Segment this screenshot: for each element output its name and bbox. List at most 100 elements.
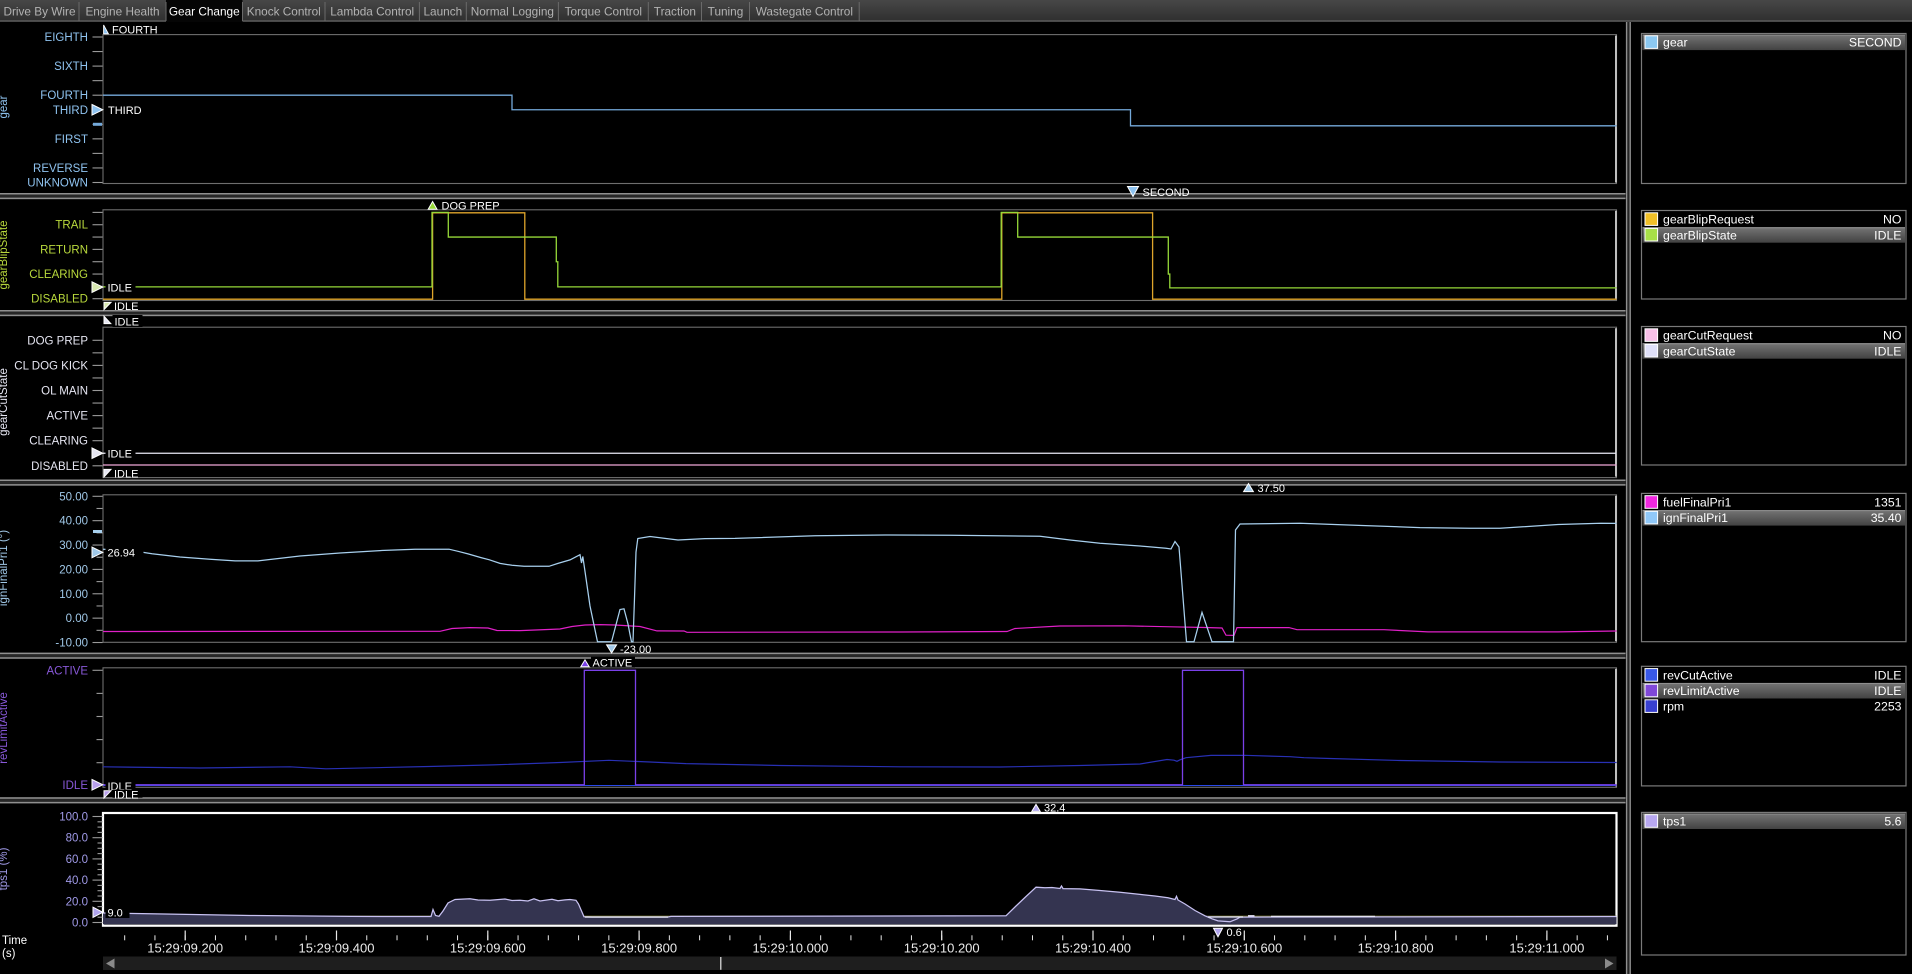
svg-text:IDLE: IDLE bbox=[114, 301, 138, 313]
svg-text:9.0: 9.0 bbox=[108, 907, 123, 919]
svg-text:DOG PREP: DOG PREP bbox=[27, 335, 88, 347]
svg-text:revLimitActive: revLimitActive bbox=[0, 692, 10, 764]
svg-text:Drive By Wire: Drive By Wire bbox=[3, 5, 76, 19]
svg-text:Torque Control: Torque Control bbox=[565, 5, 642, 19]
svg-text:Knock Control: Knock Control bbox=[247, 5, 321, 19]
svg-text:IDLE: IDLE bbox=[108, 448, 132, 460]
svg-text:26.94: 26.94 bbox=[108, 548, 136, 560]
svg-text:Tuning: Tuning bbox=[708, 5, 744, 19]
svg-text:gearCutRequest: gearCutRequest bbox=[1663, 329, 1753, 343]
svg-text:gearBlipState: gearBlipState bbox=[1663, 228, 1737, 242]
svg-text:Wastegate Control: Wastegate Control bbox=[756, 5, 853, 19]
svg-text:20.0: 20.0 bbox=[66, 896, 88, 908]
svg-text:15:29:10.600: 15:29:10.600 bbox=[1206, 941, 1282, 956]
svg-text:revCutActive: revCutActive bbox=[1663, 669, 1733, 683]
svg-text:ignFinalPri1 (°): ignFinalPri1 (°) bbox=[0, 530, 10, 606]
svg-text:SECOND: SECOND bbox=[1849, 36, 1902, 50]
svg-text:15:29:10.400: 15:29:10.400 bbox=[1055, 941, 1131, 956]
svg-text:30.00: 30.00 bbox=[59, 540, 88, 552]
svg-text:IDLE: IDLE bbox=[62, 780, 88, 792]
svg-text:1351: 1351 bbox=[1874, 496, 1902, 510]
svg-text:RETURN: RETURN bbox=[40, 244, 88, 256]
svg-text:UNKNOWN: UNKNOWN bbox=[27, 178, 88, 190]
svg-text:gearBlipRequest: gearBlipRequest bbox=[1663, 213, 1755, 227]
svg-text:ignFinalPri1: ignFinalPri1 bbox=[1663, 511, 1728, 525]
svg-text:REVERSE: REVERSE bbox=[33, 163, 88, 175]
svg-text:THIRD: THIRD bbox=[53, 105, 88, 117]
svg-text:IDLE: IDLE bbox=[1874, 228, 1901, 242]
svg-text:40.0: 40.0 bbox=[66, 875, 88, 887]
svg-text:-10.00: -10.00 bbox=[55, 638, 88, 650]
svg-text:-23.00: -23.00 bbox=[620, 644, 651, 656]
svg-text:ACTIVE: ACTIVE bbox=[46, 665, 88, 677]
svg-text:FIRST: FIRST bbox=[55, 134, 88, 146]
svg-text:FOURTH: FOURTH bbox=[112, 25, 158, 37]
svg-text:SIXTH: SIXTH bbox=[54, 61, 88, 73]
svg-text:IDLE: IDLE bbox=[114, 468, 138, 480]
svg-text:15:29:09.200: 15:29:09.200 bbox=[147, 941, 223, 956]
svg-text:15:29:09.800: 15:29:09.800 bbox=[601, 941, 677, 956]
svg-text:2253: 2253 bbox=[1874, 700, 1902, 714]
svg-text:OL MAIN: OL MAIN bbox=[41, 386, 88, 398]
svg-text:15:29:09.600: 15:29:09.600 bbox=[450, 941, 526, 956]
svg-text:DISABLED: DISABLED bbox=[31, 294, 88, 306]
svg-text:NO: NO bbox=[1883, 213, 1901, 227]
svg-text:35.40: 35.40 bbox=[1871, 511, 1902, 525]
svg-text:fuelFinalPri1: fuelFinalPri1 bbox=[1663, 496, 1732, 510]
svg-text:10.00: 10.00 bbox=[59, 589, 88, 601]
svg-text:50.00: 50.00 bbox=[59, 491, 88, 503]
svg-text:FOURTH: FOURTH bbox=[40, 90, 88, 102]
svg-text:DOG PREP: DOG PREP bbox=[442, 201, 500, 213]
svg-text:IDLE: IDLE bbox=[1874, 684, 1901, 698]
svg-text:20.00: 20.00 bbox=[59, 564, 88, 576]
svg-text:THIRD: THIRD bbox=[108, 105, 142, 117]
svg-text:Traction: Traction bbox=[654, 5, 696, 19]
svg-text:DISABLED: DISABLED bbox=[31, 461, 88, 473]
svg-text:Launch: Launch bbox=[423, 5, 462, 19]
svg-text:IDLE: IDLE bbox=[114, 789, 138, 801]
svg-text:40.00: 40.00 bbox=[59, 516, 88, 528]
svg-text:Normal Logging: Normal Logging bbox=[471, 5, 554, 19]
svg-text:IDLE: IDLE bbox=[1874, 669, 1901, 683]
svg-text:15:29:10.200: 15:29:10.200 bbox=[904, 941, 980, 956]
svg-text:80.0: 80.0 bbox=[66, 833, 88, 845]
svg-text:tps1: tps1 bbox=[1663, 815, 1686, 829]
svg-text:15:29:09.400: 15:29:09.400 bbox=[299, 941, 375, 956]
svg-text:gearBlipState: gearBlipState bbox=[0, 220, 10, 289]
svg-text:Lambda Control: Lambda Control bbox=[330, 5, 414, 19]
svg-text:IDLE: IDLE bbox=[108, 282, 132, 294]
svg-text:ACTIVE: ACTIVE bbox=[593, 658, 633, 670]
svg-text:CLEARING: CLEARING bbox=[29, 269, 88, 281]
svg-text:gear: gear bbox=[1663, 36, 1688, 50]
svg-text:EIGHTH: EIGHTH bbox=[45, 32, 88, 44]
svg-text:IDLE: IDLE bbox=[115, 316, 139, 328]
svg-text:100.0: 100.0 bbox=[59, 812, 88, 824]
svg-text:tps1 (%): tps1 (%) bbox=[0, 847, 10, 890]
svg-text:gearCutState: gearCutState bbox=[1663, 344, 1736, 358]
svg-text:(s): (s) bbox=[2, 948, 16, 960]
svg-text:0.6: 0.6 bbox=[1227, 927, 1242, 939]
svg-text:revLimitActive: revLimitActive bbox=[1663, 684, 1740, 698]
svg-text:37.50: 37.50 bbox=[1258, 483, 1286, 495]
svg-text:15:29:10.000: 15:29:10.000 bbox=[752, 941, 828, 956]
svg-text:CL DOG KICK: CL DOG KICK bbox=[14, 360, 88, 372]
svg-text:IDLE: IDLE bbox=[1874, 344, 1901, 358]
svg-text:15:29:11.000: 15:29:11.000 bbox=[1509, 941, 1584, 956]
svg-text:60.0: 60.0 bbox=[66, 854, 88, 866]
svg-text:Gear Change: Gear Change bbox=[169, 5, 240, 19]
svg-text:gear: gear bbox=[0, 95, 10, 118]
svg-text:Time: Time bbox=[2, 935, 27, 947]
svg-text:ACTIVE: ACTIVE bbox=[46, 411, 88, 423]
svg-text:0.00: 0.00 bbox=[66, 613, 88, 625]
svg-text:CLEARING: CLEARING bbox=[29, 436, 88, 448]
svg-text:SECOND: SECOND bbox=[1143, 187, 1190, 199]
svg-text:5.6: 5.6 bbox=[1884, 815, 1901, 829]
svg-text:0.0: 0.0 bbox=[72, 918, 88, 930]
svg-text:rpm: rpm bbox=[1663, 700, 1684, 714]
svg-text:NO: NO bbox=[1883, 329, 1901, 343]
svg-text:TRAIL: TRAIL bbox=[55, 220, 88, 232]
svg-text:32.4: 32.4 bbox=[1044, 803, 1065, 815]
svg-text:15:29:10.800: 15:29:10.800 bbox=[1358, 941, 1434, 956]
svg-text:gearCutState: gearCutState bbox=[0, 368, 10, 436]
svg-text:Engine Health: Engine Health bbox=[85, 5, 159, 19]
